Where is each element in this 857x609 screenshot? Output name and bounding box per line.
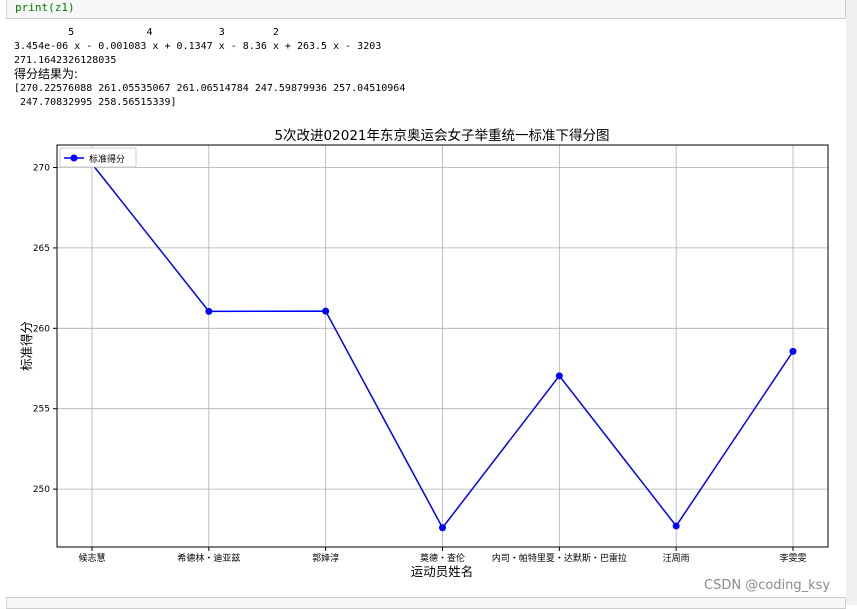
data-point xyxy=(205,307,213,315)
chart-title: 5次改进02021年东京奥运会女子举重统一标准下得分图 xyxy=(274,127,609,144)
legend-marker xyxy=(70,154,78,162)
x-tick-label: 莫德・查伦 xyxy=(420,552,465,564)
x-tick-label: 李雯雯 xyxy=(779,552,806,564)
page-scrollbar[interactable] xyxy=(846,0,857,605)
y-tick-label: 250 xyxy=(33,485,50,495)
x-axis-label: 运动员姓名 xyxy=(411,564,474,579)
poly-exponents: 5 4 3 2 xyxy=(14,27,279,38)
data-point xyxy=(439,524,446,532)
y-tick-label: 265 xyxy=(33,244,50,254)
line-chart: 250 255 260 265 270 候志慧 希德林・迪亚兹 郭婞淳 莫德・查伦 内司・帕特里… xyxy=(0,120,846,580)
legend-label: 标准得分 xyxy=(89,153,125,165)
data-point xyxy=(789,347,797,355)
watermark-text: CSDN @coding_ksy xyxy=(704,578,831,593)
data-point xyxy=(672,522,680,530)
result-label: 得分结果为: xyxy=(14,67,79,81)
scalar-output: 271.1642326128035 xyxy=(14,55,117,66)
data-point xyxy=(322,307,330,315)
poly-expression: 3.454e-06 x - 0.001083 x + 0.1347 x - 8.… xyxy=(14,41,382,52)
y-tick-label: 270 xyxy=(33,164,50,174)
data-point xyxy=(555,372,563,380)
code-line: print(z1) xyxy=(15,1,75,14)
legend: 标准得分 xyxy=(59,147,137,168)
x-tick-label: 内司・帕特里夏・达默斯・巴雷拉 xyxy=(492,552,627,564)
y-tick-label: 260 xyxy=(33,324,50,334)
y-axis-label: 标准得分 xyxy=(19,321,34,371)
x-tick-label: 汪周雨 xyxy=(663,553,690,564)
y-tick-label: 255 xyxy=(33,405,50,415)
x-tick-label: 希德林・迪亚兹 xyxy=(177,552,240,564)
array-output-line2: 247.70832995 258.56515339] xyxy=(14,97,177,108)
next-code-cell[interactable] xyxy=(6,597,846,609)
code-cell[interactable]: print(z1) xyxy=(6,0,846,19)
array-output-line1: [270.22576088 261.05535067 261.06514784 … xyxy=(14,83,406,94)
x-tick-label: 郭婞淳 xyxy=(312,552,339,564)
x-tick-label: 候志慧 xyxy=(78,552,105,564)
